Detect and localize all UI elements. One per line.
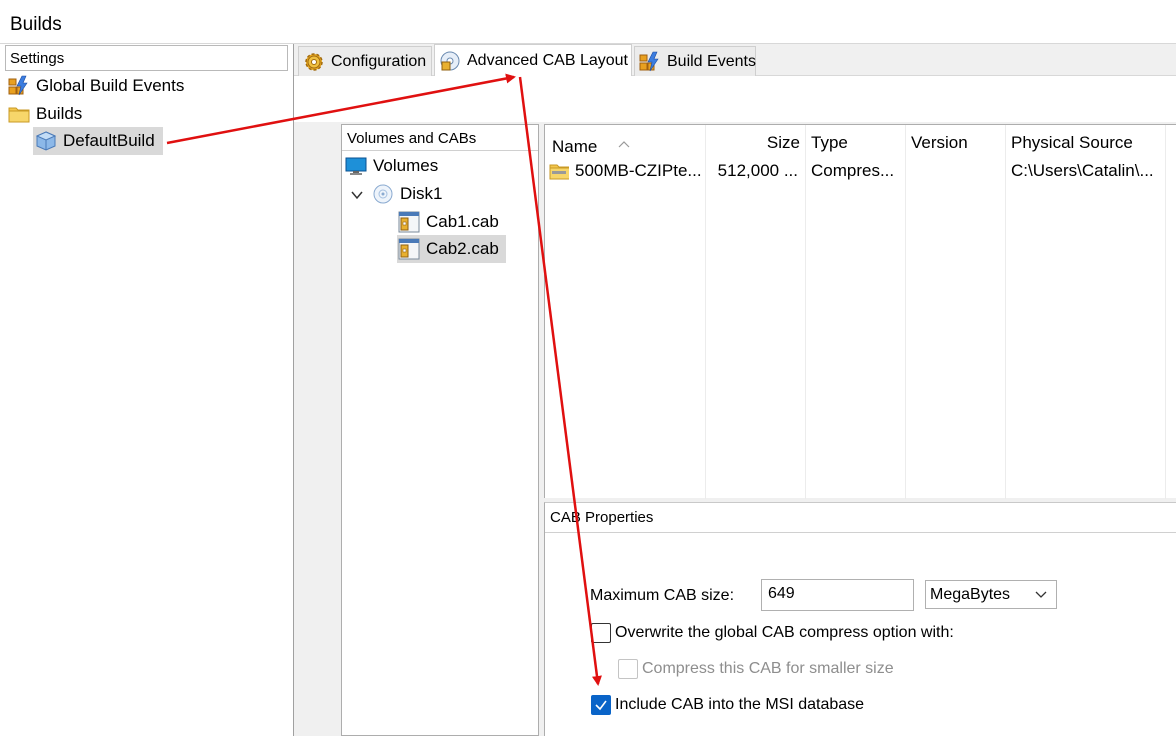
cab-icon <box>398 211 420 233</box>
cell-physical-source: C:\Users\Catalin\... <box>1011 161 1154 180</box>
overwrite-checkbox[interactable] <box>591 623 611 643</box>
cell-version <box>911 161 1003 185</box>
cab-properties-panel: CAB Properties Maximum CAB size: 649 Meg… <box>544 502 1176 736</box>
tree-item-disk1[interactable]: Disk1 <box>350 181 443 207</box>
column-header-version[interactable]: Version <box>911 125 968 159</box>
overwrite-label: Overwrite the global CAB compress option… <box>615 624 954 641</box>
include-cab-checkbox[interactable] <box>591 695 611 715</box>
tab-build-events[interactable]: Build Events <box>634 46 756 76</box>
tab-advanced-cab-layout[interactable]: Advanced CAB Layout <box>434 44 632 76</box>
window-header: Builds <box>0 0 1176 44</box>
max-cab-size-label: Maximum CAB size: <box>590 587 735 604</box>
column-header-size[interactable]: Size <box>705 125 800 159</box>
lightning-icon <box>639 51 661 73</box>
column-divider <box>805 125 806 499</box>
tree-item-label: DefaultBuild <box>63 131 155 150</box>
cell-size: 512,000 ... <box>717 161 798 180</box>
max-cab-size-input[interactable]: 649 <box>761 579 914 611</box>
compress-checkbox[interactable] <box>618 659 638 679</box>
tree-item-label: Builds <box>36 104 83 123</box>
column-divider <box>905 125 906 499</box>
content-top-band <box>294 76 1176 122</box>
volumes-panel: Volumes and CABs Volumes Disk1 Cab1.cab … <box>341 124 539 736</box>
column-header-type[interactable]: Type <box>811 125 848 159</box>
chevron-down-icon <box>1034 587 1048 601</box>
tree-item-label: Volumes <box>373 156 439 175</box>
disc-icon <box>372 183 394 205</box>
column-divider <box>1165 125 1166 499</box>
zip-file-icon <box>549 161 569 185</box>
tree-item-volumes[interactable]: Volumes <box>345 153 438 179</box>
tab-label: Build Events <box>667 52 756 70</box>
page-title: Builds <box>10 14 62 35</box>
lightning-icon <box>8 75 30 97</box>
tree-item-label: Disk1 <box>400 184 443 203</box>
compress-label: Compress this CAB for smaller size <box>642 660 894 677</box>
volumes-header: Volumes and CABs <box>342 125 538 151</box>
gear-icon <box>303 51 325 73</box>
column-header-physical-source[interactable]: Physical Source <box>1011 125 1133 159</box>
tree-item-label: Cab2.cab <box>426 239 499 258</box>
folder-icon <box>8 103 30 125</box>
cell-name: 500MB-CZIPte... <box>575 161 702 180</box>
tab-configuration[interactable]: Configuration <box>298 46 432 76</box>
sort-up-icon <box>618 133 630 148</box>
tree-item-label: Cab1.cab <box>426 212 499 231</box>
tab-label: Configuration <box>331 52 427 70</box>
cab-properties-header: CAB Properties <box>545 503 1176 533</box>
column-header-name[interactable]: Name <box>552 125 630 159</box>
tree-item-global-build-events[interactable]: Global Build Events <box>8 73 184 99</box>
monitor-icon <box>345 155 367 177</box>
disc-icon <box>439 50 461 72</box>
tab-label: Advanced CAB Layout <box>467 51 628 69</box>
include-cab-label: Include CAB into the MSI database <box>615 696 865 713</box>
tree-item-label: Global Build Events <box>36 76 185 95</box>
checkmark-icon <box>595 700 607 711</box>
package-icon <box>35 130 57 152</box>
left-panel: Settings Global Build Events Builds Defa… <box>0 44 294 736</box>
settings-header: Settings <box>5 45 288 71</box>
chevron-down-icon[interactable] <box>350 187 364 201</box>
tree-item-builds[interactable]: Builds <box>8 101 82 127</box>
tab-strip: Configuration Advanced CAB Layout Build … <box>294 44 1176 76</box>
unit-dropdown[interactable]: MegaBytes <box>925 580 1057 609</box>
tree-item-cab1[interactable]: Cab1.cab <box>398 209 499 235</box>
column-divider <box>1005 125 1006 499</box>
tree-item-cab2[interactable]: Cab2.cab <box>397 235 506 263</box>
cell-type: Compres... <box>811 161 895 180</box>
files-list: Name Size Type Version Physical Source 5… <box>544 124 1176 499</box>
tree-item-defaultbuild[interactable]: DefaultBuild <box>33 127 163 155</box>
cab-icon <box>398 238 420 260</box>
